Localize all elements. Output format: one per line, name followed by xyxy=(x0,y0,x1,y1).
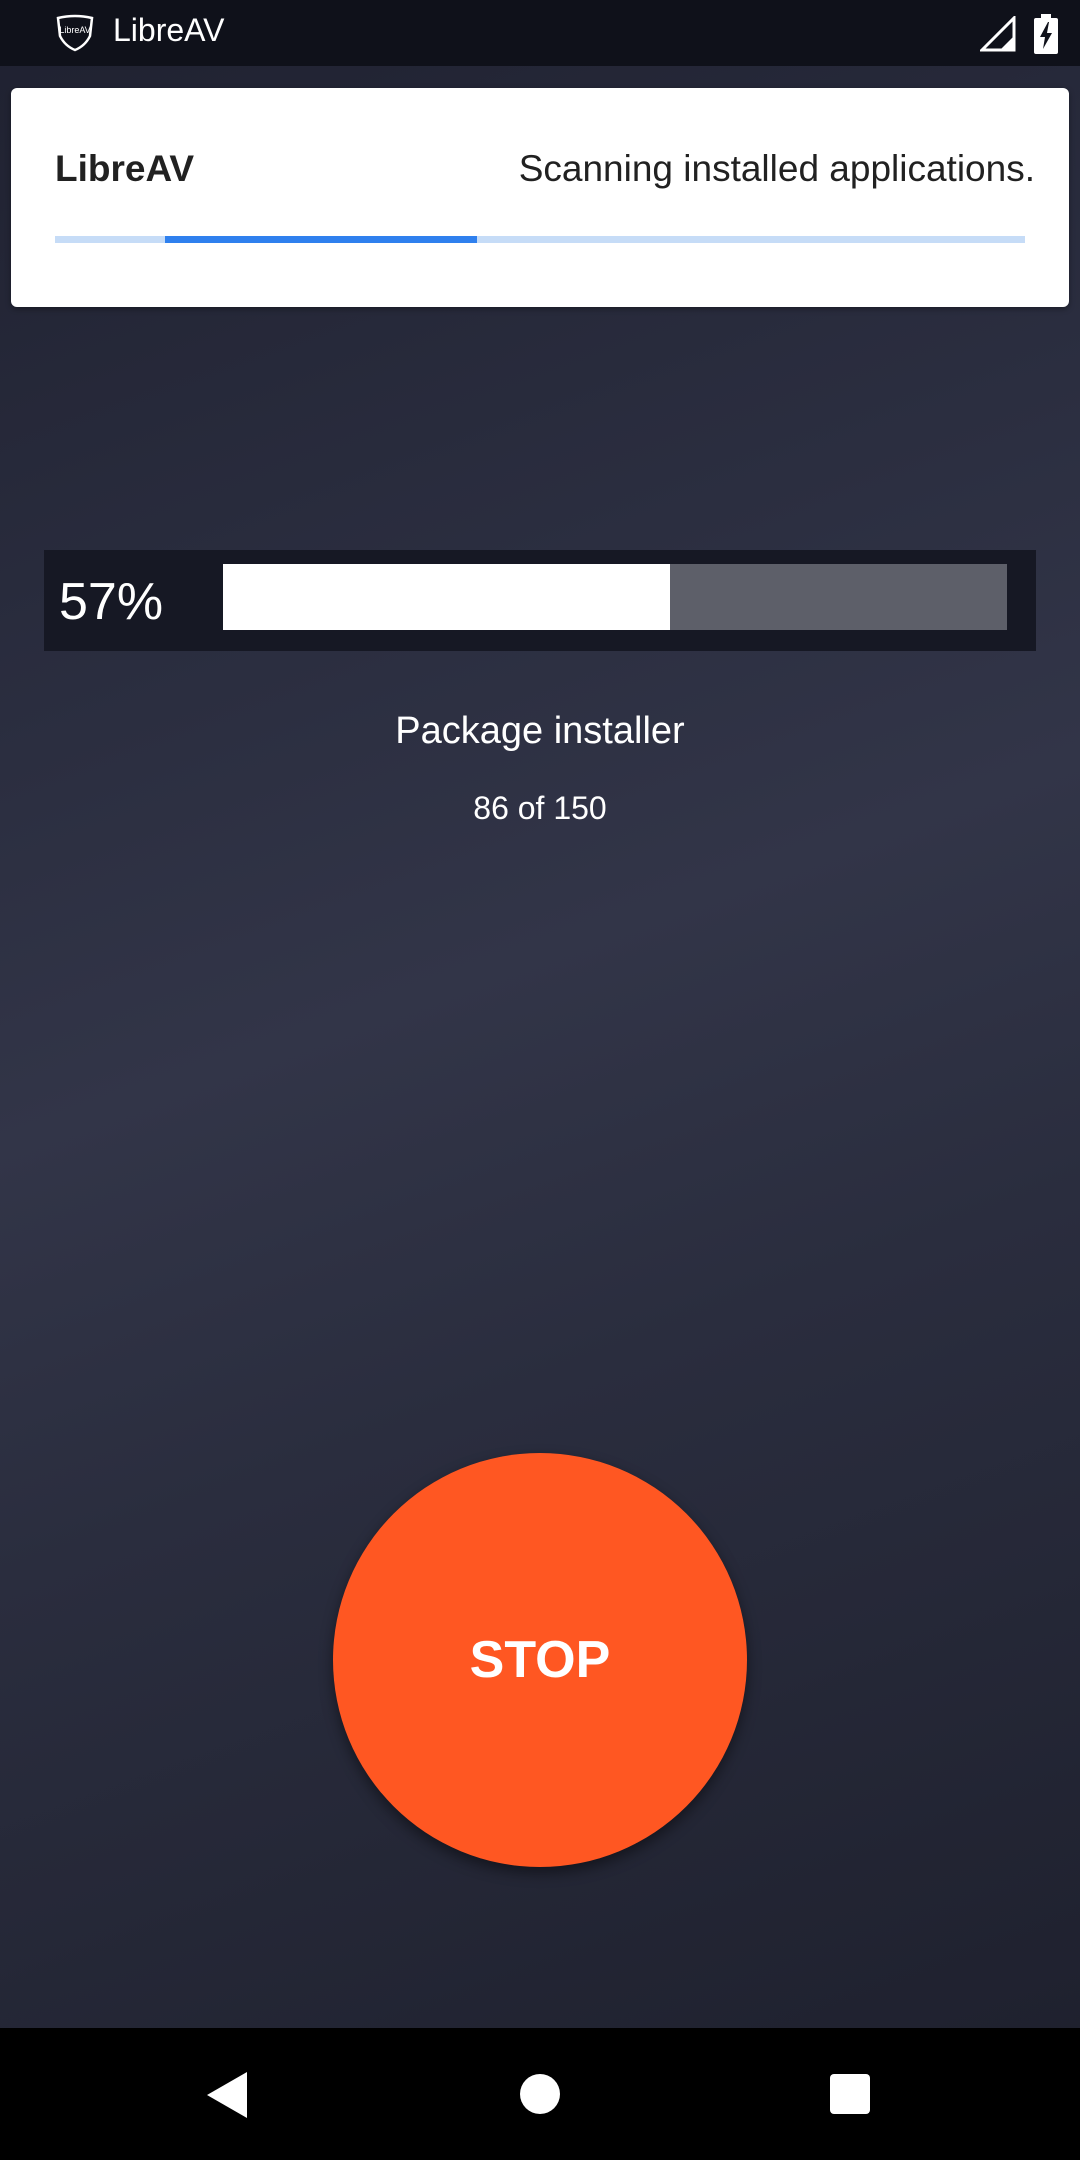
scan-progress-fill xyxy=(223,564,670,630)
scan-count: 86 of 150 xyxy=(473,790,607,826)
home-icon[interactable] xyxy=(520,2074,560,2114)
notification-message: Scanning installed applications. xyxy=(518,148,1035,189)
notification-app-name: LibreAV xyxy=(55,148,195,189)
scan-percent: 57% xyxy=(59,573,164,631)
back-icon[interactable] xyxy=(205,2070,249,2120)
recents-icon[interactable] xyxy=(830,2074,870,2114)
scan-progress-bar xyxy=(223,564,1007,630)
status-app-title: LibreAV xyxy=(113,12,225,48)
current-package-name: Package installer xyxy=(395,710,685,752)
battery-charging-icon xyxy=(1034,14,1058,54)
status-bar: LibreAV LibreAV xyxy=(0,0,1080,66)
signal-icon xyxy=(980,16,1016,52)
scan-notification[interactable]: LibreAV Scanning installed applications. xyxy=(11,88,1069,307)
svg-text:LibreAV: LibreAV xyxy=(59,25,90,35)
stop-button[interactable]: STOP xyxy=(333,1453,747,1867)
navigation-bar xyxy=(0,2028,1080,2160)
notification-progress-indicator xyxy=(165,236,477,243)
scan-progress-panel: 57% xyxy=(44,550,1036,651)
shield-logo-icon: LibreAV xyxy=(56,14,94,52)
notification-progress-bar xyxy=(55,236,1025,243)
